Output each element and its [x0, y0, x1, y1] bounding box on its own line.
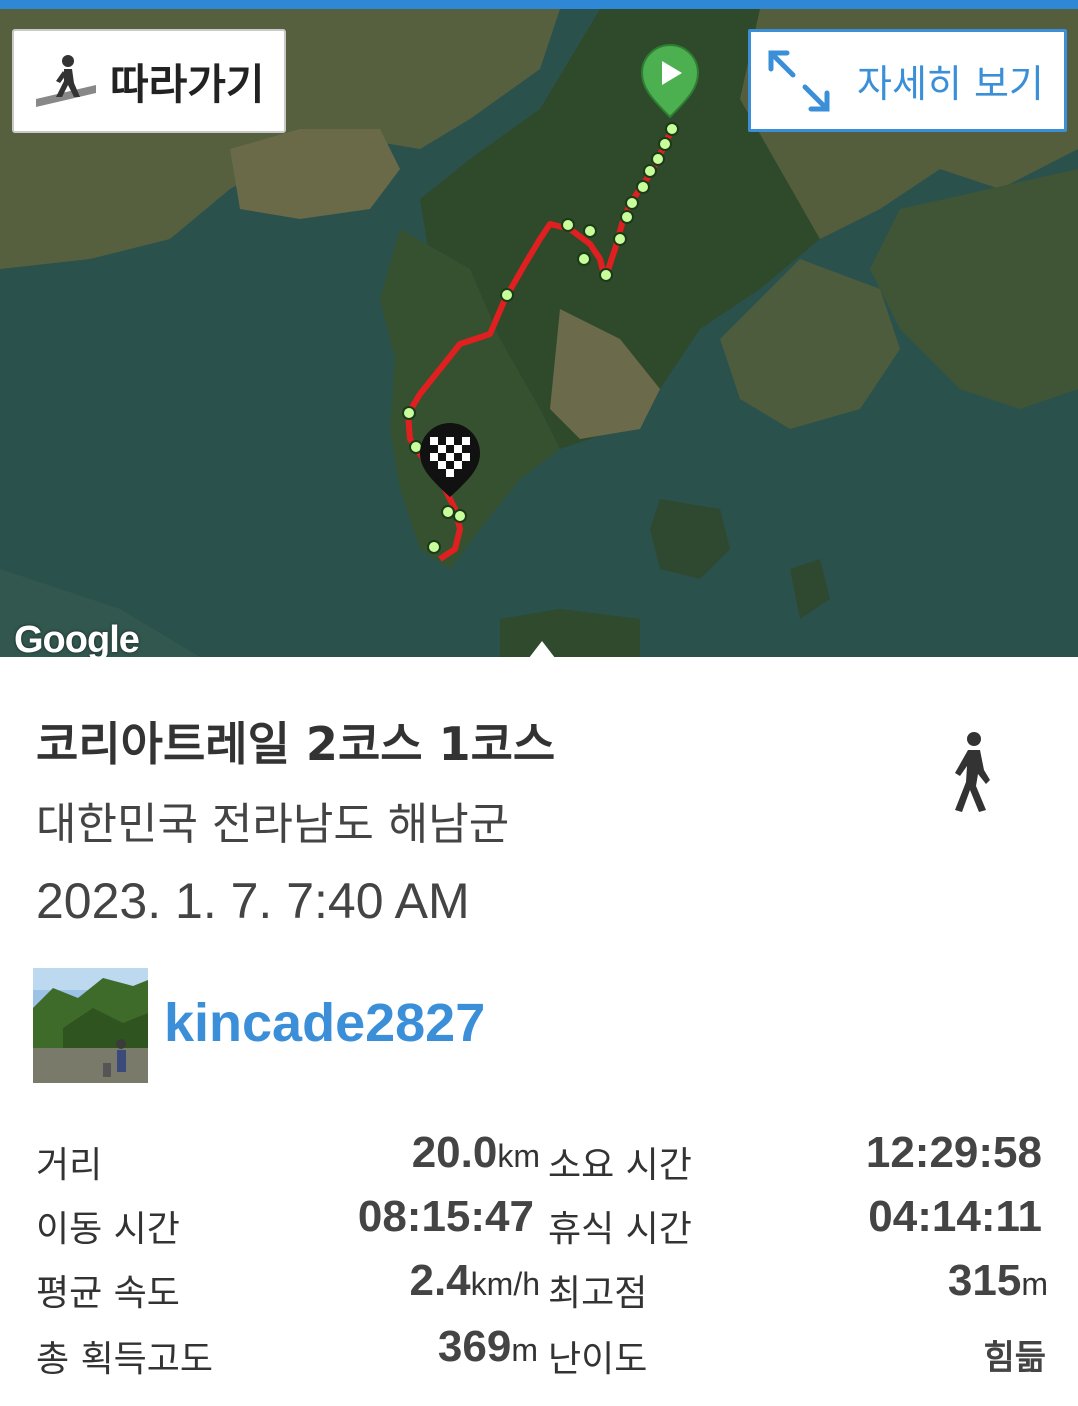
avg-speed-unit: km/h	[470, 1266, 540, 1302]
distance-value: 20.0km	[300, 1128, 540, 1178]
google-attribution: Google	[14, 619, 140, 657]
panel-pointer	[522, 641, 562, 657]
peak-unit: m	[1021, 1266, 1048, 1302]
view-details-button[interactable]: 자세히 보기	[748, 29, 1067, 132]
user-avatar[interactable]	[33, 968, 148, 1083]
difficulty-label: 난이도	[548, 1339, 648, 1380]
duration-value: 12:29:58	[865, 1128, 1042, 1177]
moving-time-label: 이동 시간	[36, 1209, 180, 1250]
track-datetime: 2023. 1. 7. 7:40 AM	[36, 873, 470, 929]
elevation-gain-label: 총 획득고도	[36, 1339, 214, 1380]
peak-number: 315	[947, 1256, 1022, 1305]
avg-speed-label: 평균 속도	[36, 1273, 180, 1314]
elevation-gain-unit: m	[511, 1332, 538, 1368]
elevation-gain-value: 369m	[300, 1322, 538, 1372]
track-region: 대한민국 전라남도 해남군	[36, 799, 510, 850]
username-link[interactable]: kincade2827	[164, 992, 485, 1054]
rest-time-value: 04:14:11	[868, 1192, 1042, 1241]
hiker-icon	[36, 55, 96, 107]
peak-value: 315m	[760, 1256, 1048, 1306]
view-details-label: 자세히 보기	[857, 62, 1044, 106]
status-accent-bar	[0, 0, 1078, 9]
distance-label: 거리	[36, 1145, 103, 1186]
avatar-photo	[33, 968, 148, 1083]
follow-button[interactable]: 따라가기	[12, 29, 286, 133]
avg-speed-value: 2.4km/h	[300, 1256, 540, 1306]
map-view[interactable]: 따라가기 자세히 보기 Google	[0, 9, 1078, 657]
distance-number: 20.0	[411, 1128, 498, 1177]
distance-unit: km	[497, 1138, 540, 1174]
duration-label: 소요 시간	[548, 1145, 692, 1186]
track-title: 코리아트레일 2코스 1코스	[36, 717, 556, 771]
expand-arrows-icon	[768, 50, 830, 111]
avg-speed-number: 2.4	[409, 1256, 471, 1305]
elevation-gain-number: 369	[437, 1322, 512, 1371]
peak-label: 최고점	[548, 1273, 648, 1314]
rest-time-label: 휴식 시간	[548, 1209, 692, 1250]
follow-label: 따라가기	[110, 59, 265, 109]
difficulty-value: 힘듦	[983, 1339, 1046, 1377]
moving-time-value: 08:15:47	[357, 1192, 534, 1241]
walking-person-icon	[955, 732, 990, 812]
